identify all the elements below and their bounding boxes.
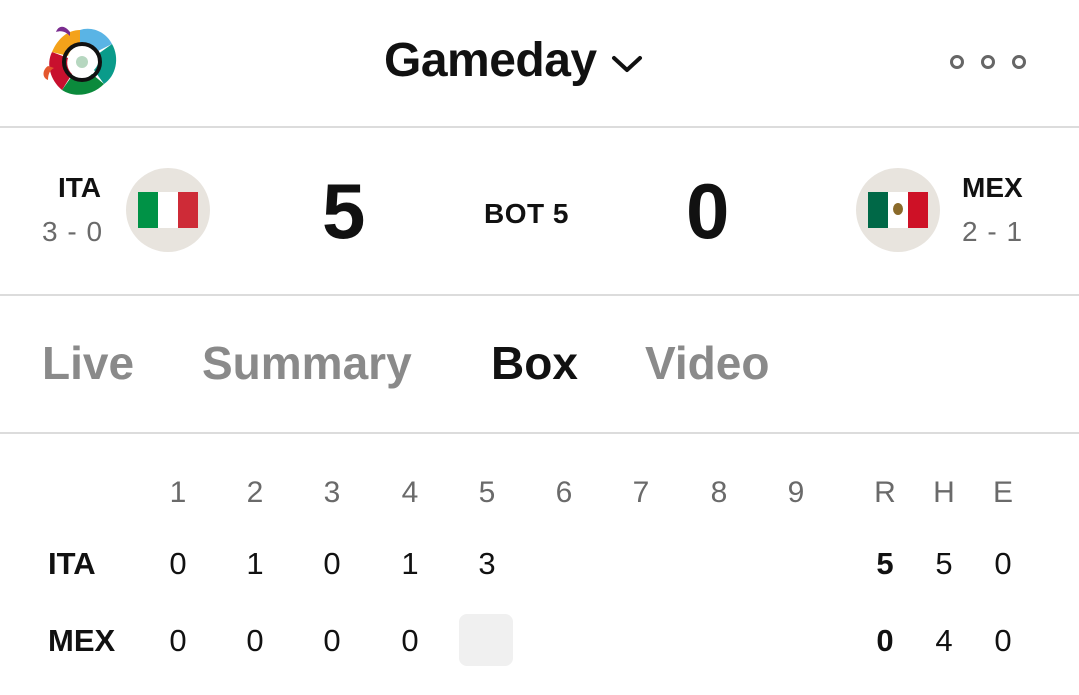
inning-runs-cell: 0 <box>323 546 341 581</box>
home-team-abbr: MEX <box>962 172 1023 203</box>
inning-runs-cell: 1 <box>401 546 419 581</box>
home-team-record: 2 - 1 <box>962 216 1024 247</box>
home-score: 0 <box>686 167 730 255</box>
inning-header: 4 <box>401 476 419 509</box>
tab-summary[interactable]: Summary <box>202 336 412 390</box>
row-team-label: MEX <box>48 623 116 658</box>
mexico-flag-icon[interactable] <box>856 168 940 252</box>
gameday-app: Gameday ITA 3 - 0 5 BOT 5 0 MEX 2 - 1 Li… <box>0 0 1079 695</box>
inning-header: 6 <box>555 476 573 509</box>
inning-header: 8 <box>710 476 728 509</box>
runs-total-cell: 5 <box>876 546 894 581</box>
top-header: Gameday <box>0 0 1079 128</box>
inning-header: 2 <box>246 476 264 509</box>
inning-runs-cell: 0 <box>401 623 419 658</box>
inning-runs-cell: 0 <box>323 623 341 658</box>
inning-header: 7 <box>632 476 650 509</box>
errors-header: E <box>992 476 1013 509</box>
hits-total-cell: 4 <box>935 623 953 658</box>
tab-box[interactable]: Box <box>491 336 578 390</box>
away-team-record: 3 - 0 <box>42 216 104 247</box>
italy-flag-icon[interactable] <box>126 168 210 252</box>
dot <box>950 55 964 69</box>
errors-total-cell: 0 <box>994 623 1012 658</box>
inning-header: 3 <box>323 476 341 509</box>
inning-runs-cell: 0 <box>169 546 187 581</box>
gameday-title-dropdown[interactable]: Gameday <box>384 30 643 90</box>
hits-total-cell: 5 <box>935 546 953 581</box>
errors-total-cell: 0 <box>994 546 1012 581</box>
row-team-label: ITA <box>48 546 96 581</box>
scoreboard: ITA 3 - 0 5 BOT 5 0 MEX 2 - 1 <box>0 128 1079 296</box>
wbc-logo-icon[interactable] <box>40 22 124 104</box>
away-team-abbr: ITA <box>58 172 102 203</box>
inning-runs-cell: 1 <box>246 546 264 581</box>
tab-video[interactable]: Video <box>645 336 769 390</box>
dot <box>1012 55 1026 69</box>
hits-header: H <box>933 476 955 509</box>
inning-header: 1 <box>169 476 187 509</box>
away-score: 5 <box>322 167 366 255</box>
inning-header: 5 <box>478 476 496 509</box>
inning-runs-cell: 0 <box>169 623 187 658</box>
inning-status: BOT 5 <box>484 198 569 229</box>
more-options-icon[interactable] <box>950 48 1026 76</box>
inning-header: 9 <box>787 476 805 509</box>
game-tabs: Live Summary Box Video <box>0 296 1079 434</box>
runs-header: R <box>874 476 896 509</box>
linescore-table: 1 2 3 4 5 6 7 8 9 R H E ITA 0 1 0 1 3 5 … <box>0 434 1079 695</box>
inning-runs-cell: 0 <box>246 623 264 658</box>
runs-total-cell: 0 <box>876 623 894 658</box>
chevron-down-icon <box>611 56 642 72</box>
inning-runs-cell: 3 <box>478 546 496 581</box>
tab-live[interactable]: Live <box>42 336 134 390</box>
dot <box>981 55 995 69</box>
current-inning-highlight <box>459 614 513 666</box>
page-title: Gameday <box>384 33 597 87</box>
